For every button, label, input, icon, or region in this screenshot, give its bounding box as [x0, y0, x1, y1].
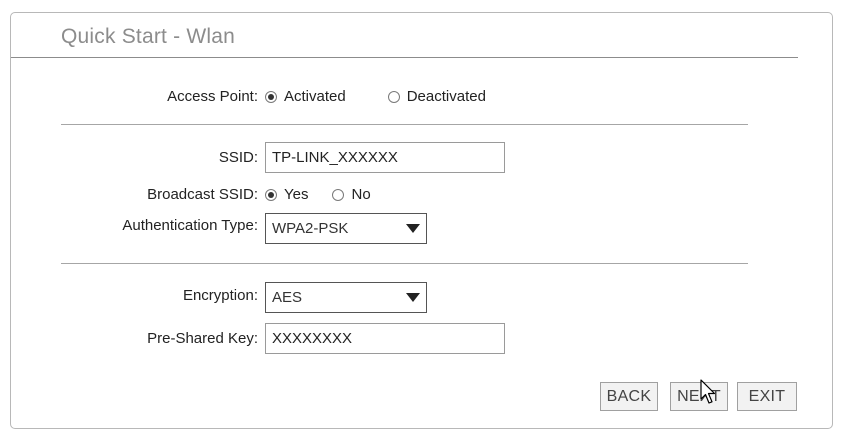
encryption-value: AES	[272, 289, 303, 306]
access-point-deactivated-option[interactable]: Deactivated	[387, 88, 486, 105]
broadcast-ssid-yes-option[interactable]: Yes	[265, 186, 308, 203]
broadcast-ssid-no-option[interactable]: No	[332, 186, 371, 203]
dropdown-arrow-icon	[406, 293, 420, 302]
pre-shared-key-label: Pre-Shared Key:	[147, 330, 258, 347]
authentication-type-label: Authentication Type:	[122, 217, 258, 234]
access-point-radio-group: Activated Deactivated	[265, 88, 486, 105]
broadcast-ssid-no-radio[interactable]	[332, 188, 345, 201]
authentication-type-value: WPA2-PSK	[272, 220, 349, 237]
broadcast-ssid-yes-radio[interactable]	[265, 188, 277, 201]
access-point-deactivated-label: Deactivated	[406, 88, 486, 105]
authentication-type-select[interactable]: WPA2-PSK	[265, 213, 427, 244]
section-divider	[61, 124, 748, 125]
page-title: Quick Start - Wlan	[61, 25, 235, 48]
dropdown-arrow-icon	[406, 224, 420, 233]
title-divider	[11, 57, 798, 58]
access-point-label: Access Point:	[167, 88, 258, 105]
access-point-activated-radio[interactable]	[265, 90, 277, 103]
encryption-select[interactable]: AES	[265, 282, 427, 313]
access-point-activated-option[interactable]: Activated	[265, 88, 346, 105]
ssid-input[interactable]	[265, 142, 505, 173]
ssid-label: SSID:	[218, 149, 258, 166]
broadcast-ssid-no-label: No	[351, 186, 371, 203]
quick-start-wlan-panel: Quick Start - Wlan Access Point: Activat…	[10, 12, 833, 429]
broadcast-ssid-yes-label: Yes	[284, 186, 309, 203]
section-divider	[61, 263, 748, 264]
broadcast-ssid-label: Broadcast SSID:	[147, 186, 258, 203]
pre-shared-key-input[interactable]	[265, 323, 505, 354]
encryption-label: Encryption:	[182, 287, 258, 304]
access-point-deactivated-radio[interactable]	[387, 90, 400, 103]
next-button[interactable]: NEXT	[670, 382, 728, 411]
exit-button[interactable]: EXIT	[737, 382, 797, 411]
back-button[interactable]: BACK	[600, 382, 658, 411]
broadcast-ssid-radio-group: Yes No	[265, 186, 371, 203]
access-point-activated-label: Activated	[284, 88, 346, 105]
